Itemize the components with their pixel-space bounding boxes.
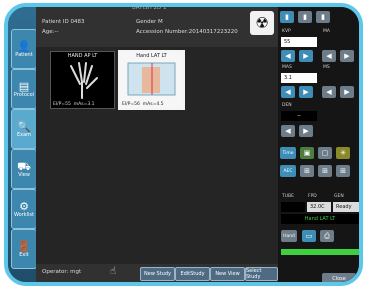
xray-hand-photo <box>127 62 176 96</box>
pos-button-3[interactable]: ▮ <box>316 11 330 23</box>
header-title: BAYISH 2D 1 <box>132 5 167 11</box>
ma-label: MA <box>323 29 330 34</box>
field-button-2[interactable]: ⊞ <box>318 165 332 177</box>
tube-status <box>281 202 305 212</box>
thumbnail-title: Hand LAT LT <box>136 53 167 59</box>
mode-button-1[interactable]: ▣ <box>300 147 314 159</box>
exposure-panel: ▮ ▮ ▮ KVP MA 55 ◀ ▶ ◀ ▶ MAS MS 3.1 ◀ ▶ ◀… <box>278 7 359 282</box>
field-button-3[interactable]: ⊞ <box>336 165 350 177</box>
new-view-button[interactable]: New View <box>210 267 245 281</box>
ms-increase-button[interactable]: ▶ <box>340 86 354 98</box>
patient-gender: Gender M <box>136 19 163 25</box>
tube-label: TUBE <box>282 194 294 199</box>
pos-button-2[interactable]: ▮ <box>298 11 312 23</box>
app-window: 👤 Patient ▤ Protocol 🔍 Exam ⛟ View ⚙ Wor… <box>4 3 363 286</box>
ms-decrease-button[interactable]: ◀ <box>322 86 336 98</box>
fpd-status: 32.0C <box>307 202 331 212</box>
mode-button-2[interactable]: ▢ <box>318 147 332 159</box>
protocol-icon: ▤ <box>18 79 30 93</box>
thumb-ei: EI/P=56 <box>122 102 140 107</box>
patient-header: BAYISH 2D 1 Patient ID 0483 Age:-- Gende… <box>36 7 278 47</box>
mas-increase-button[interactable]: ▶ <box>299 86 313 98</box>
thumb-mas: mAs=3.1 <box>73 102 95 107</box>
patient-icon: 👤 <box>17 39 31 53</box>
new-study-button[interactable]: New Study <box>140 267 175 281</box>
kvp-value: 55 <box>281 37 317 47</box>
den-value: -- <box>281 111 317 121</box>
sidebar-item-label: View <box>18 171 30 178</box>
radiation-icon: ☢ <box>255 14 269 32</box>
accession-number: Accession Number:20140317223220 <box>136 29 238 35</box>
kvp-label: KVP <box>282 29 291 34</box>
time-button[interactable]: Time <box>280 147 296 159</box>
worklist-icon: ⚙ <box>19 199 29 213</box>
close-button[interactable]: Close <box>322 273 356 282</box>
aec-button[interactable]: AEC <box>280 165 296 177</box>
select-study-button[interactable]: Select Study <box>245 267 278 281</box>
patient-age: Age:-- <box>42 29 59 35</box>
operator-label: Operator: mgt <box>42 269 82 275</box>
hand-switch-button[interactable]: Hand <box>281 230 297 242</box>
thumbnail-title: HAND AP LT <box>67 53 98 59</box>
ms-label: MS <box>323 65 330 70</box>
sidebar-item-exam[interactable]: 🔍 Exam <box>11 109 37 149</box>
exam-icon: 🔍 <box>17 119 31 133</box>
mode-button-3[interactable]: ✳ <box>336 147 350 159</box>
thumbnail-stats: EI/P=56 mAs=4.5 <box>122 102 164 107</box>
sidebar-item-label: Protocol <box>13 91 35 98</box>
sidebar-item-worklist[interactable]: ⚙ Worklist <box>11 189 37 229</box>
xray-hand-image <box>70 62 98 99</box>
kvp-decrease-button[interactable]: ◀ <box>281 50 295 62</box>
sidebar-item-label: Exam <box>16 131 32 138</box>
main-panel: BAYISH 2D 1 Patient ID 0483 Age:-- Gende… <box>36 7 278 282</box>
current-view-name: Hand LAT LT <box>281 214 359 224</box>
sidebar-item-label: Exit <box>19 251 29 258</box>
fpd-label: FPD <box>308 194 317 199</box>
thumb-ei: EI/P=55 <box>53 102 71 107</box>
hand-icon: ☝ <box>110 266 117 277</box>
sidebar: 👤 Patient ▤ Protocol 🔍 Exam ⛟ View ⚙ Wor… <box>8 7 37 282</box>
gen-status: Ready <box>333 202 359 212</box>
thumbnail-stats: EI/P=55 mAs=3.1 <box>53 102 95 107</box>
monitor-button[interactable]: ▭ <box>302 230 316 242</box>
gen-label: GEN <box>334 194 344 199</box>
mas-value: 3.1 <box>281 73 317 83</box>
print-button[interactable]: ⎙ <box>320 230 334 242</box>
view-icon: ⛟ <box>17 159 31 173</box>
mas-label: MAS <box>282 65 292 70</box>
ma-increase-button[interactable]: ▶ <box>340 50 354 62</box>
sidebar-item-view[interactable]: ⛟ View <box>11 149 37 189</box>
thumbnail-hand-ap[interactable]: HAND AP LT EI/P=55 mAs=3.1 <box>50 51 115 109</box>
field-button-1[interactable]: ⊞ <box>300 165 314 177</box>
exit-icon: 🚪 <box>17 239 31 253</box>
patient-id: Patient ID 0483 <box>42 19 85 25</box>
thumbnail-hand-lat[interactable]: Hand LAT LT EI/P=56 mAs=4.5 <box>118 50 185 110</box>
den-decrease-button[interactable]: ◀ <box>281 125 295 137</box>
kvp-increase-button[interactable]: ▶ <box>299 50 313 62</box>
sidebar-item-label: Worklist <box>13 211 34 218</box>
settings-button[interactable]: ☢ <box>250 11 274 35</box>
den-label: DEN <box>282 103 292 108</box>
sidebar-item-exit[interactable]: 🚪 Exit <box>11 229 37 269</box>
sidebar-item-patient[interactable]: 👤 Patient <box>11 29 37 69</box>
edit-study-button[interactable]: EditStudy <box>175 267 210 281</box>
thumb-mas: mAs=4.5 <box>142 102 164 107</box>
ready-indicator-bar <box>281 249 359 255</box>
sidebar-item-protocol[interactable]: ▤ Protocol <box>11 69 37 109</box>
ma-decrease-button[interactable]: ◀ <box>322 50 336 62</box>
mas-decrease-button[interactable]: ◀ <box>281 86 295 98</box>
den-increase-button[interactable]: ▶ <box>299 125 313 137</box>
pos-button-1[interactable]: ▮ <box>280 11 294 23</box>
sidebar-item-label: Patient <box>15 51 33 58</box>
bottom-toolbar: Operator: mgt ☝ New Study EditStudy New … <box>36 264 278 282</box>
